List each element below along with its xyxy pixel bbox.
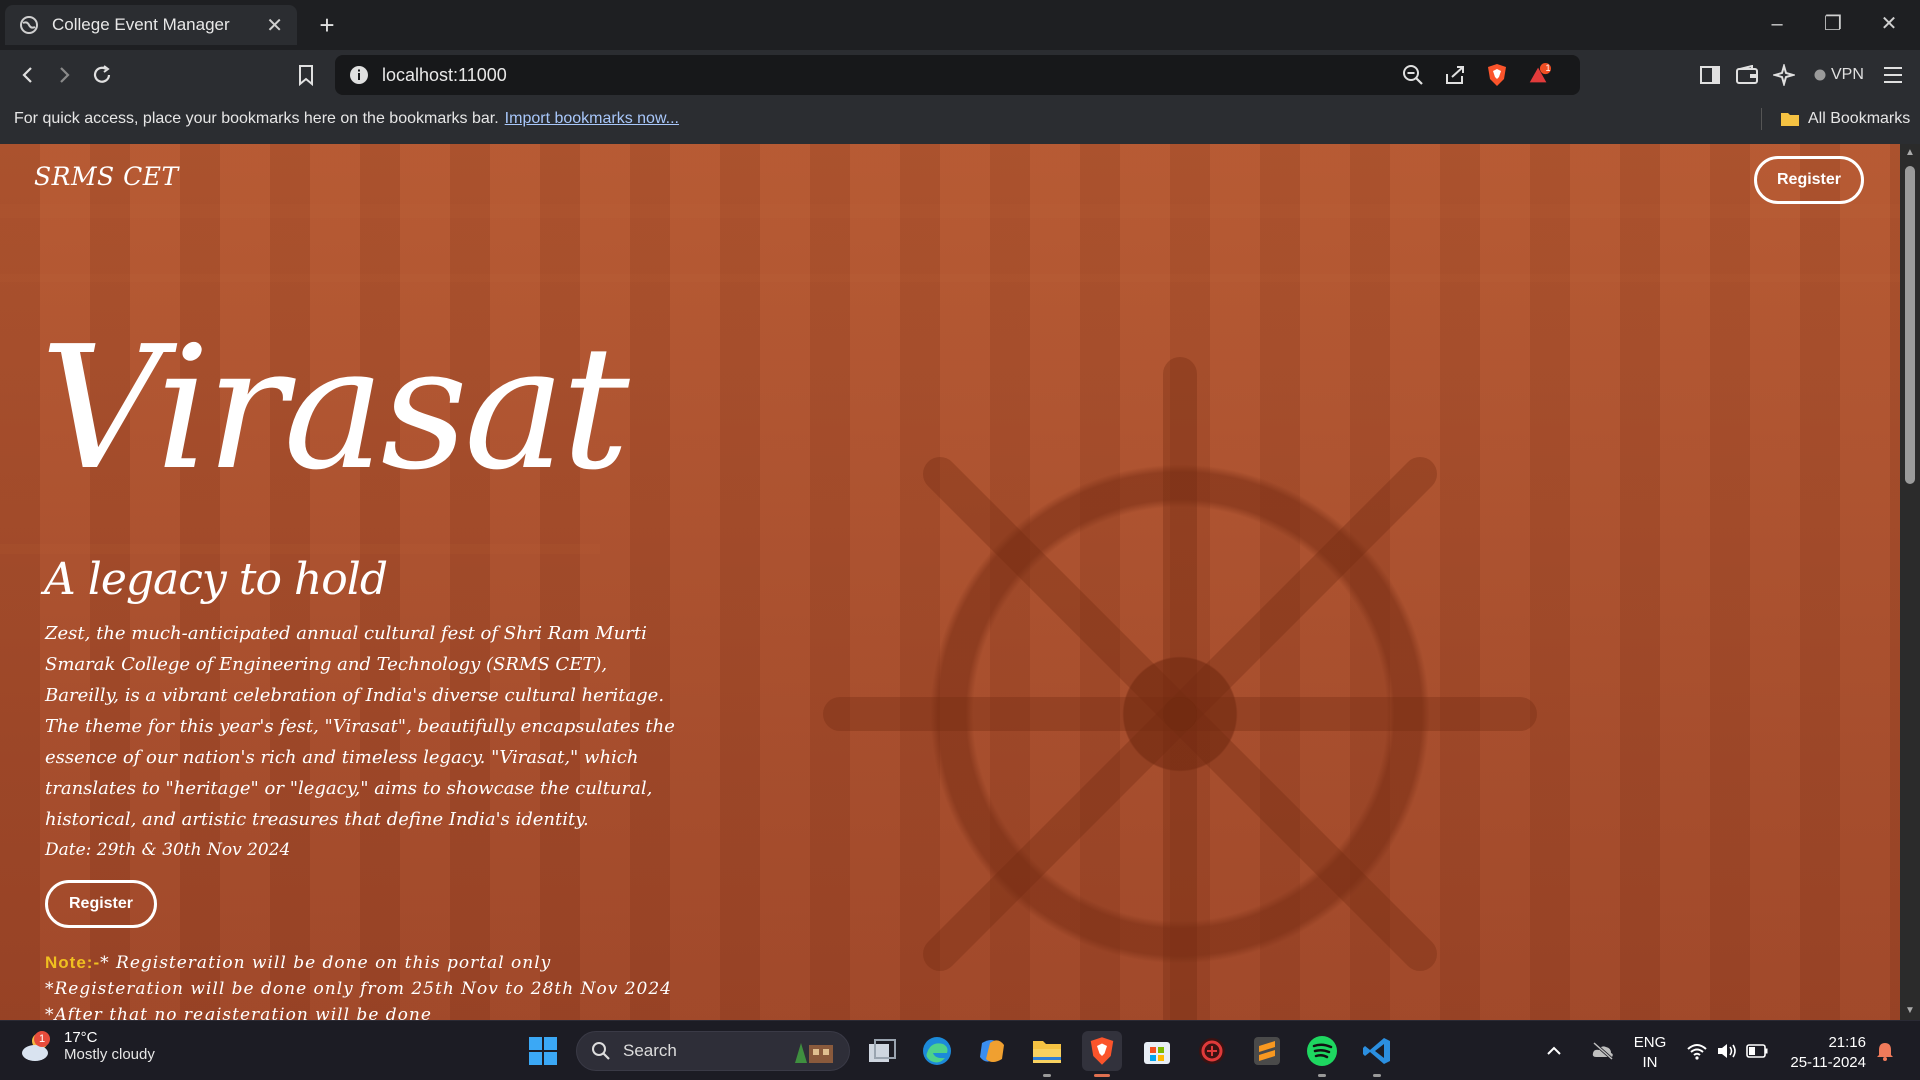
bookmarks-bar: For quick access, place your bookmarks h… [0, 100, 1920, 144]
back-arrow-icon [22, 67, 32, 83]
bookmark-button[interactable] [290, 59, 322, 91]
language-indicator[interactable]: ENG IN [1630, 1033, 1670, 1073]
microsoft-store-icon[interactable] [1137, 1031, 1177, 1071]
rewards-badge: 1 [1545, 63, 1551, 73]
tab-college-event-manager[interactable]: College Event Manager ✕ [5, 5, 297, 45]
vscode-icon[interactable] [1357, 1031, 1397, 1077]
page-scrollbar[interactable]: ▲ ▼ [1900, 144, 1920, 1020]
vscode-running-indicator [1373, 1074, 1381, 1077]
browser-chrome: College Event Manager ✕ + – ❐ ✕ localhos… [0, 0, 1920, 144]
address-bar[interactable]: localhost:11000 1 [335, 55, 1580, 95]
tab-close-icon[interactable]: ✕ [266, 13, 283, 38]
event-description: Zest, the much-anticipated annual cultur… [45, 623, 675, 830]
battery-icon[interactable] [1744, 1031, 1770, 1071]
folder-icon [1781, 113, 1799, 126]
site-logo[interactable]: SRMS CET [34, 162, 179, 191]
register-button-header[interactable]: Register [1754, 156, 1864, 204]
explorer-running-indicator [1043, 1074, 1051, 1077]
taskbar-search[interactable]: Search [576, 1031, 850, 1071]
register-button-main[interactable]: Register [45, 880, 157, 928]
globe-icon [20, 16, 38, 34]
all-bookmarks-button[interactable]: All Bookmarks [1780, 100, 1910, 138]
edge-icon[interactable] [917, 1031, 957, 1071]
registration-notes: Note:-* Registeration will be done on th… [45, 950, 672, 1020]
volume-icon[interactable] [1714, 1031, 1740, 1071]
clock-time: 21:16 [1828, 1034, 1866, 1051]
brave-browser-icon[interactable] [1082, 1031, 1122, 1077]
forward-button[interactable] [48, 59, 80, 91]
bookmarks-divider [1761, 108, 1762, 130]
brave-shields-icon[interactable] [1485, 63, 1509, 87]
event-date: Date: 29th & 30th Nov 2024 [45, 840, 291, 860]
antivirus-icon[interactable] [1192, 1031, 1232, 1071]
sidebar-toggle-icon[interactable] [1697, 62, 1723, 88]
bookmark-icon [299, 65, 313, 86]
weather-badge: 1 [34, 1031, 50, 1047]
browser-toolbar: localhost:11000 1 VPN [0, 50, 1920, 100]
weather-cloud-icon: 1 [20, 1029, 54, 1063]
wallet-icon[interactable] [1734, 62, 1760, 88]
scroll-thumb[interactable] [1905, 166, 1915, 484]
vpn-button[interactable]: VPN [1808, 62, 1870, 88]
page-viewport: SRMS CET Register Virasat A legacy to ho… [0, 144, 1900, 1020]
hero-subtitle: A legacy to hold [44, 554, 388, 605]
share-icon[interactable] [1443, 63, 1467, 87]
site-info-icon[interactable] [347, 63, 371, 87]
vpn-status-icon [1814, 69, 1826, 81]
search-icon [592, 1042, 610, 1060]
menu-icon[interactable] [1880, 62, 1906, 88]
url-text[interactable]: localhost:11000 [382, 55, 507, 95]
file-explorer-icon[interactable] [1027, 1031, 1067, 1077]
leo-ai-icon[interactable] [1771, 62, 1797, 88]
weather-condition: Mostly cloudy [64, 1046, 155, 1063]
note-label: Note:- [45, 953, 101, 972]
search-label: Search [623, 1041, 677, 1060]
vpn-label: VPN [1831, 66, 1864, 83]
scroll-down-icon[interactable]: ▼ [1905, 1006, 1915, 1016]
hero-title: Virasat [40, 310, 630, 508]
reload-button[interactable] [86, 59, 118, 91]
tray-overflow-icon[interactable] [1542, 1031, 1566, 1071]
new-tab-button[interactable]: + [312, 10, 342, 40]
import-bookmarks-link[interactable]: Import bookmarks now... [505, 110, 679, 127]
spotify-running-indicator [1318, 1074, 1326, 1077]
forward-arrow-icon [60, 67, 70, 83]
clock-date: 25-11-2024 [1790, 1054, 1866, 1071]
search-highlight-icon [795, 1043, 833, 1063]
tab-strip: College Event Manager ✕ + – ❐ ✕ [0, 0, 1920, 50]
windows-start-icon[interactable] [523, 1031, 563, 1071]
spotify-icon[interactable] [1302, 1031, 1342, 1077]
brave-rewards-icon[interactable]: 1 [1527, 63, 1551, 87]
note-line-1: Note:-* Registeration will be done on th… [45, 953, 552, 973]
weather-widget[interactable]: 1 17°C Mostly cloudy [20, 1029, 155, 1063]
copilot-icon[interactable] [972, 1031, 1012, 1071]
all-bookmarks-label: All Bookmarks [1808, 110, 1911, 127]
window-close-icon[interactable]: ✕ [1864, 6, 1914, 42]
wifi-icon[interactable] [1684, 1031, 1710, 1071]
restore-icon[interactable]: ❐ [1808, 6, 1858, 42]
reload-icon [93, 65, 111, 83]
task-view-icon[interactable] [862, 1031, 902, 1071]
zoom-icon[interactable] [1401, 63, 1425, 87]
bookmarks-prompt: For quick access, place your bookmarks h… [14, 110, 679, 127]
note-line-2: *Registeration will be done only from 25… [45, 979, 672, 999]
scroll-up-icon[interactable]: ▲ [1905, 148, 1915, 158]
brave-active-indicator [1094, 1074, 1110, 1077]
system-clock[interactable]: 21:16 25-11-2024 [1770, 1033, 1866, 1073]
back-button[interactable] [12, 59, 44, 91]
note-line-3: *After that no registeration will be don… [45, 1005, 432, 1020]
tab-title: College Event Manager [52, 15, 230, 34]
weather-temperature: 17°C [64, 1029, 98, 1046]
windows-taskbar: 1 17°C Mostly cloudy Search ENG IN 21:16… [0, 1020, 1920, 1080]
notification-bell-icon[interactable] [1870, 1031, 1900, 1071]
onedrive-offline-icon[interactable] [1588, 1031, 1618, 1071]
minimize-icon[interactable]: – [1752, 6, 1802, 42]
sublime-text-icon[interactable] [1247, 1031, 1287, 1071]
